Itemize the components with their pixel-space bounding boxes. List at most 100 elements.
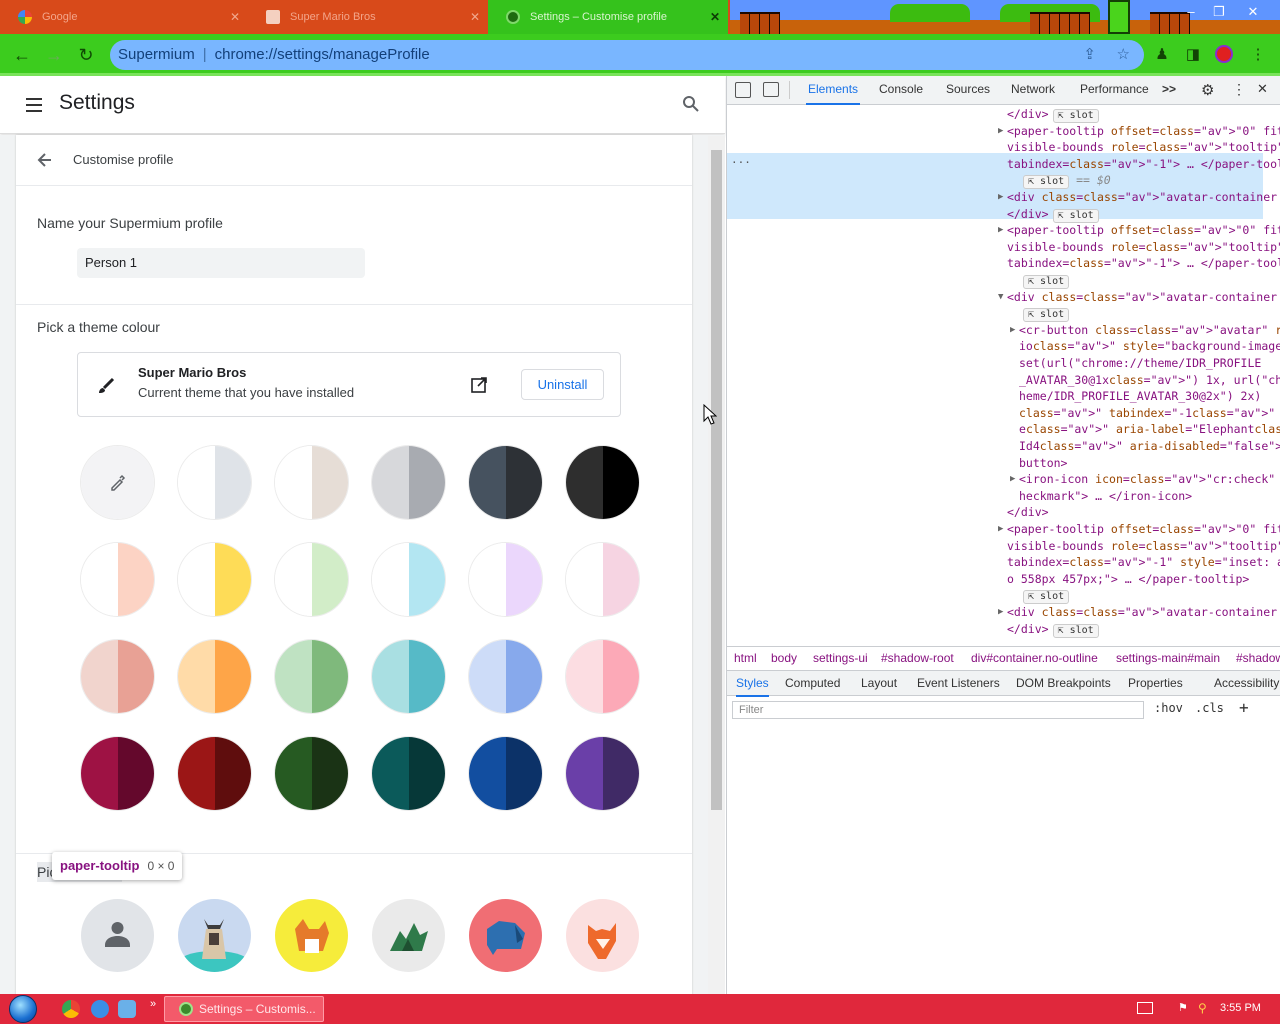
dom-line[interactable]: ▶ <div class=class="av">"avatar-container… [998,189,1280,206]
bookmark-star-icon[interactable]: ☆ [1117,40,1130,70]
theme-colour-swatch[interactable] [372,640,445,713]
dom-line[interactable]: </div> [1007,504,1049,521]
expand-arrow-icon[interactable]: ▶ [998,123,1003,140]
dom-line[interactable]: o 558px 457px;"> … </paper-tooltip> [1007,571,1249,588]
styles-filter-input[interactable]: Filter [732,701,1144,719]
dom-line[interactable]: ▶ <paper-tooltip offset=class="av">"0" fi… [998,521,1280,538]
theme-colour-swatch[interactable] [566,640,639,713]
expand-arrow-icon[interactable]: ▶ [1010,322,1015,339]
panel-tab-accessibility[interactable]: Accessibility [1214,671,1279,697]
breadcrumb-item[interactable]: div#container.no-outline [971,647,1098,669]
menu-kebab-icon[interactable]: ⋮ [1248,45,1268,65]
dom-line[interactable]: class="av">" tabindex="-1class="av">" ar… [1019,405,1280,422]
side-panel-icon[interactable]: ◨ [1183,45,1203,65]
back-arrow-icon[interactable] [36,151,54,169]
breadcrumb-item[interactable]: html [734,647,757,669]
theme-colour-swatch[interactable] [566,737,639,810]
dom-line[interactable]: ▶ <paper-tooltip offset=class="av">"0" fi… [998,123,1280,140]
dom-line[interactable]: ⇱ slot [1019,272,1070,289]
custom-colour-picker[interactable] [81,446,154,519]
more-tabs-icon[interactable]: >> [1162,76,1176,105]
dom-line[interactable]: set(url("chrome://theme/IDR_PROFILE [1019,355,1261,372]
avatar-dragon-icon[interactable] [372,899,445,972]
theme-colour-swatch[interactable] [275,737,348,810]
theme-colour-swatch[interactable] [81,640,154,713]
open-in-new-icon[interactable] [470,376,488,394]
dom-tree[interactable]: ... </div> ⇱ slot ▶ <paper-tooltip offset=c… [727,106,1280,646]
forward-icon[interactable]: → [42,43,66,67]
dom-line[interactable]: tabindex=class="av">"-1"> … </paper-tool… [1007,255,1280,272]
taskbar-clock[interactable]: 3:55 PM [1220,1002,1261,1014]
dom-line[interactable]: ⇱ slot == $0 [1019,172,1111,190]
dom-line[interactable]: eclass="av">" aria-label="Elephantclass=… [1019,421,1280,438]
devtools-menu-icon[interactable]: ⋮ [1232,81,1246,98]
dom-line[interactable]: </div> ⇱ slot [1007,206,1099,223]
profile-avatar-icon[interactable] [1214,45,1234,65]
device-toolbar-icon[interactable] [763,82,779,97]
close-tab-icon[interactable]: ✕ [710,10,720,24]
tab-elements[interactable]: Elements [806,76,861,105]
dom-line[interactable]: heckmark"> … </iron-icon> [1019,488,1192,505]
close-devtools-icon[interactable]: ✕ [1257,81,1268,97]
hamburger-menu-icon[interactable] [26,98,42,112]
panel-tab-computed[interactable]: Computed [785,671,840,697]
taskbar-item-settings[interactable]: Settings – Customis... [164,996,324,1022]
expand-arrow-icon[interactable]: ▶ [1010,471,1015,488]
expand-arrow-icon[interactable]: ▶ [998,521,1003,538]
avatar-person-icon[interactable] [81,899,154,972]
breadcrumb-item[interactable]: #shadow [1236,647,1280,669]
profile-name-input[interactable] [77,248,365,278]
taskbar-overflow-icon[interactable]: » [150,998,156,1010]
restore-icon[interactable]: ❐ [1206,3,1232,21]
inspect-element-icon[interactable] [735,82,751,98]
settings-scrollbar[interactable] [708,136,725,994]
dom-line[interactable]: ▶ <paper-tooltip offset=class="av">"0" fi… [998,222,1280,239]
theme-colour-swatch[interactable] [372,737,445,810]
minimize-icon[interactable]: – [1178,3,1204,21]
breadcrumb-item[interactable]: settings-ui [813,647,868,669]
expand-arrow-icon[interactable]: ▼ [998,289,1003,306]
dom-line[interactable]: tabindex=class="av">"-1" style="inset: a… [1007,554,1280,571]
close-tab-icon[interactable]: ✕ [470,10,480,24]
dom-line[interactable]: ⇱ slot [1019,587,1070,605]
tab-google[interactable]: Google ✕ [0,0,248,34]
dom-line[interactable]: visible-bounds role=class="av">"tooltip" [1007,239,1280,256]
back-icon[interactable]: ← [10,43,34,67]
theme-colour-swatch[interactable] [178,737,251,810]
theme-colour-swatch[interactable] [178,543,251,616]
dom-line[interactable]: Id4class="av">" aria-disabled="false"> …… [1019,438,1280,455]
avatar-elephant-icon[interactable] [469,899,542,972]
keyboard-icon[interactable] [1137,1002,1153,1014]
theme-colour-swatch[interactable] [178,640,251,713]
theme-colour-swatch[interactable] [275,446,348,519]
dom-line[interactable]: ▶ <div class=class="av">"avatar-container… [998,604,1280,621]
avatar-fox-icon[interactable] [566,899,639,972]
theme-colour-swatch[interactable] [81,737,154,810]
extension-icon[interactable]: ♟ [1152,45,1172,65]
dom-line[interactable]: button> [1019,455,1067,472]
panel-tab-styles[interactable]: Styles [736,671,769,697]
dom-line[interactable]: tabindex=class="av">"-1"> … </paper-tool… [1007,156,1280,173]
dom-line[interactable]: ▶<iron-icon icon=class="av">"cr:check" c… [1010,471,1280,488]
tab-network[interactable]: Network [1011,76,1055,105]
explorer-taskbar-icon[interactable] [118,1000,136,1018]
avatar-cat-icon[interactable] [178,899,251,972]
dom-line[interactable]: visible-bounds role=class="av">"tooltip" [1007,139,1280,156]
search-icon[interactable] [682,95,700,113]
expand-arrow-icon[interactable]: ▶ [998,604,1003,621]
theme-colour-swatch[interactable] [275,640,348,713]
chrome-taskbar-icon[interactable] [62,1000,80,1018]
theme-colour-swatch[interactable] [372,543,445,616]
tab-settings[interactable]: Settings – Customise profile ✕ [488,0,728,34]
dom-line[interactable]: ▶<cr-button class=class="av">"avatar" ro… [1010,322,1280,339]
close-tab-icon[interactable]: ✕ [230,10,240,24]
dom-line[interactable]: ⇱ slot [1019,305,1070,323]
ie-taskbar-icon[interactable] [91,1000,109,1018]
breadcrumb-item[interactable]: #shadow-root [881,647,954,669]
expand-arrow-icon[interactable]: ▶ [998,222,1003,239]
gear-icon[interactable]: ⚙ [1201,81,1214,99]
dom-line[interactable]: _AVATAR_30@1xclass="av">") 1x, url("chro… [1019,372,1280,389]
search-tray-icon[interactable]: ⚲ [1198,1001,1212,1015]
dom-ellipsis-icon[interactable]: ... [731,153,751,166]
theme-colour-swatch[interactable] [469,543,542,616]
